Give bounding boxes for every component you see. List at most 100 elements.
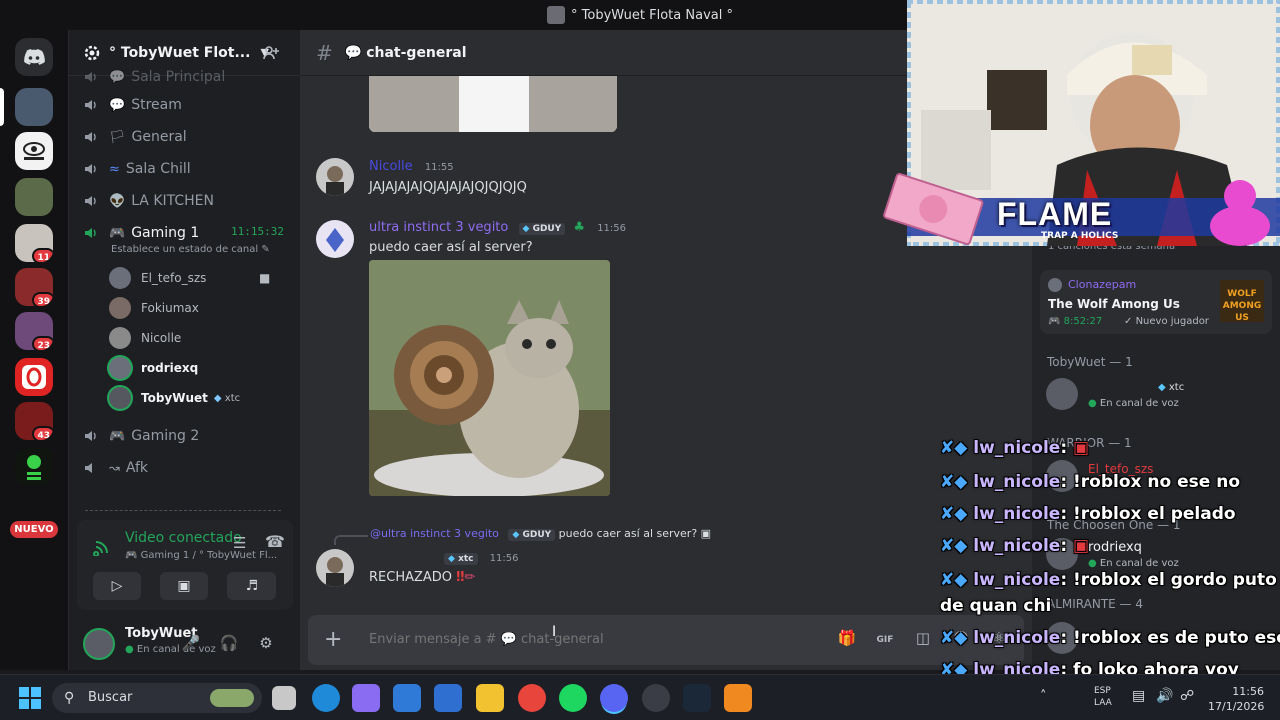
- edge-browser-icon[interactable]: [312, 684, 340, 712]
- voice-status-title[interactable]: Video conectado: [125, 530, 242, 546]
- server-flota-naval[interactable]: [15, 88, 53, 126]
- activity-card[interactable]: Clonazepam The Wolf Among Us 🎮 8:52:27 ✓…: [1040, 270, 1272, 334]
- server-yankees[interactable]: 39: [15, 268, 53, 306]
- server-green[interactable]: [15, 178, 53, 216]
- task-view-icon[interactable]: [272, 686, 296, 710]
- discord-icon[interactable]: [600, 684, 628, 712]
- user-panel: TobyWuet ● En canal de voz 🎤 🎧 ⚙: [69, 618, 301, 670]
- steam-icon[interactable]: [683, 684, 711, 712]
- speaker-icon: ●: [125, 644, 134, 655]
- user-tag: ◆ xtc: [1158, 382, 1185, 393]
- voice-user[interactable]: Fokiumax: [109, 295, 199, 321]
- headphones-icon[interactable]: 🎧: [219, 634, 239, 654]
- signal-icon[interactable]: [93, 536, 113, 556]
- disconnect-icon[interactable]: ☎: [265, 532, 285, 551]
- unread-badge: 43: [32, 426, 53, 440]
- author-name[interactable]: ultra instinct 3 vegito: [369, 220, 508, 235]
- guild-tag: ◆ GDUY: [508, 529, 556, 541]
- server-opera[interactable]: [15, 358, 53, 396]
- chrome-icon[interactable]: [518, 684, 546, 712]
- voice-user-name: Nicolle: [141, 331, 182, 345]
- channel-label: Gaming 1: [131, 225, 200, 241]
- channel-gaming-2[interactable]: 🎮 Gaming 2: [83, 423, 199, 449]
- avatar: [109, 387, 131, 409]
- voice-user[interactable]: Nicolle: [109, 325, 181, 351]
- speaker-active-icon: [85, 228, 96, 238]
- avatar[interactable]: [83, 628, 115, 660]
- spotify-icon[interactable]: [559, 684, 587, 712]
- avatar: [109, 327, 131, 349]
- taskbar-search[interactable]: ⚲ Buscar: [52, 683, 262, 713]
- image-attachment[interactable]: [369, 260, 610, 496]
- share-screen-button[interactable]: ▣: [160, 572, 208, 600]
- image-icon: ▣: [700, 527, 712, 540]
- obs-icon[interactable]: [642, 684, 670, 712]
- toggle-camera-button[interactable]: ▷: [93, 572, 141, 600]
- voice-user-name: TobyWuet: [141, 391, 208, 405]
- timestamp: 11:56: [597, 223, 627, 234]
- discord-home-button[interactable]: [15, 38, 53, 76]
- server-purple[interactable]: 23: [15, 312, 53, 350]
- unread-badge: 11: [32, 248, 53, 262]
- author-name[interactable]: Nicolle: [369, 159, 413, 174]
- input-language[interactable]: ESP LAA: [1094, 685, 1112, 709]
- channel-gaming-1[interactable]: 🎮 Gaming 1: [83, 220, 199, 246]
- text-cursor-icon: I: [552, 624, 557, 640]
- channel-general[interactable]: 🏳 General: [83, 124, 187, 150]
- voice-user-name: El_tefo_szs: [141, 271, 207, 285]
- volume-icon[interactable]: 🔊: [1156, 688, 1173, 704]
- shield-icon[interactable]: ☍: [1180, 688, 1194, 704]
- stream-chat-line: ✘◆ lw_nicole: !roblox el pelado: [940, 504, 1236, 524]
- eye-logo-icon: [23, 142, 45, 160]
- windows-start-icon[interactable]: [18, 686, 42, 710]
- outlook-icon[interactable]: [434, 684, 462, 712]
- channel-sala-principal[interactable]: 💬 Sala Principal: [83, 64, 225, 90]
- channel-afk[interactable]: ↝ Afk: [83, 455, 148, 481]
- avatar[interactable]: [316, 220, 354, 258]
- reply-reference[interactable]: @ultra instinct 3 vegito ◆ GDUY puedo ca…: [370, 527, 711, 541]
- channel-sala-chill[interactable]: ≈ Sala Chill: [83, 156, 191, 182]
- voice-user[interactable]: El_tefo_szs ■: [109, 265, 270, 291]
- member-item[interactable]: ◆ xtc ● En canal de voz: [1046, 378, 1184, 418]
- avatar[interactable]: [316, 549, 354, 587]
- voice-user-speaking[interactable]: rodriexq: [109, 355, 198, 381]
- diamond-icon: ◆: [448, 554, 455, 564]
- server-pink[interactable]: 11: [15, 224, 53, 262]
- plus-icon[interactable]: +: [324, 627, 342, 652]
- channel-la-kitchen[interactable]: 👽 LA KITCHEN: [83, 188, 214, 214]
- microphone-icon[interactable]: 🎤: [181, 634, 201, 654]
- server-eno[interactable]: [15, 132, 53, 170]
- speaker-icon: [85, 196, 96, 206]
- image-attachment[interactable]: [369, 76, 617, 132]
- video-camera-icon: ■: [259, 271, 271, 285]
- noise-suppression-icon[interactable]: ☰: [233, 534, 246, 552]
- voice-user-name: rodriexq: [141, 361, 199, 375]
- server-cracked-zone[interactable]: [15, 448, 53, 486]
- search-highlight-image: [210, 689, 254, 707]
- sword-icon: ✘: [940, 570, 955, 590]
- channel-status-prompt[interactable]: Establece un estado de canal ✎: [111, 244, 270, 255]
- message-header: Nicolle 11:55: [369, 159, 454, 174]
- server-red[interactable]: 43: [15, 402, 53, 440]
- invite-people-icon[interactable]: [262, 44, 280, 62]
- nuevo-badge[interactable]: NUEVO: [10, 521, 58, 538]
- voice-user-speaking[interactable]: TobyWuet ◆ xtc: [109, 385, 240, 411]
- app-icon[interactable]: [724, 684, 752, 712]
- store-icon[interactable]: [393, 684, 421, 712]
- chevron-up-icon[interactable]: ˄: [1040, 689, 1047, 704]
- gif-icon[interactable]: GIF: [874, 629, 896, 651]
- alien-icon: 👽: [109, 193, 126, 209]
- copilot-icon[interactable]: [352, 684, 380, 712]
- settings-gear-icon[interactable]: ⚙: [256, 634, 276, 654]
- clock[interactable]: 11:56 17/1/2026: [1208, 684, 1264, 714]
- network-icon[interactable]: ▤: [1132, 688, 1145, 704]
- message-input[interactable]: [369, 632, 769, 647]
- discord-logo-icon: [24, 49, 45, 65]
- channel-stream[interactable]: 💬 Stream: [83, 92, 182, 118]
- sticker-icon[interactable]: ◫: [912, 629, 934, 651]
- soundboard-button[interactable]: ♬: [228, 572, 276, 600]
- file-explorer-icon[interactable]: [476, 684, 504, 712]
- gift-icon[interactable]: 🎁: [836, 629, 858, 651]
- avatar[interactable]: [316, 158, 354, 196]
- hashtag-icon: #: [316, 40, 333, 65]
